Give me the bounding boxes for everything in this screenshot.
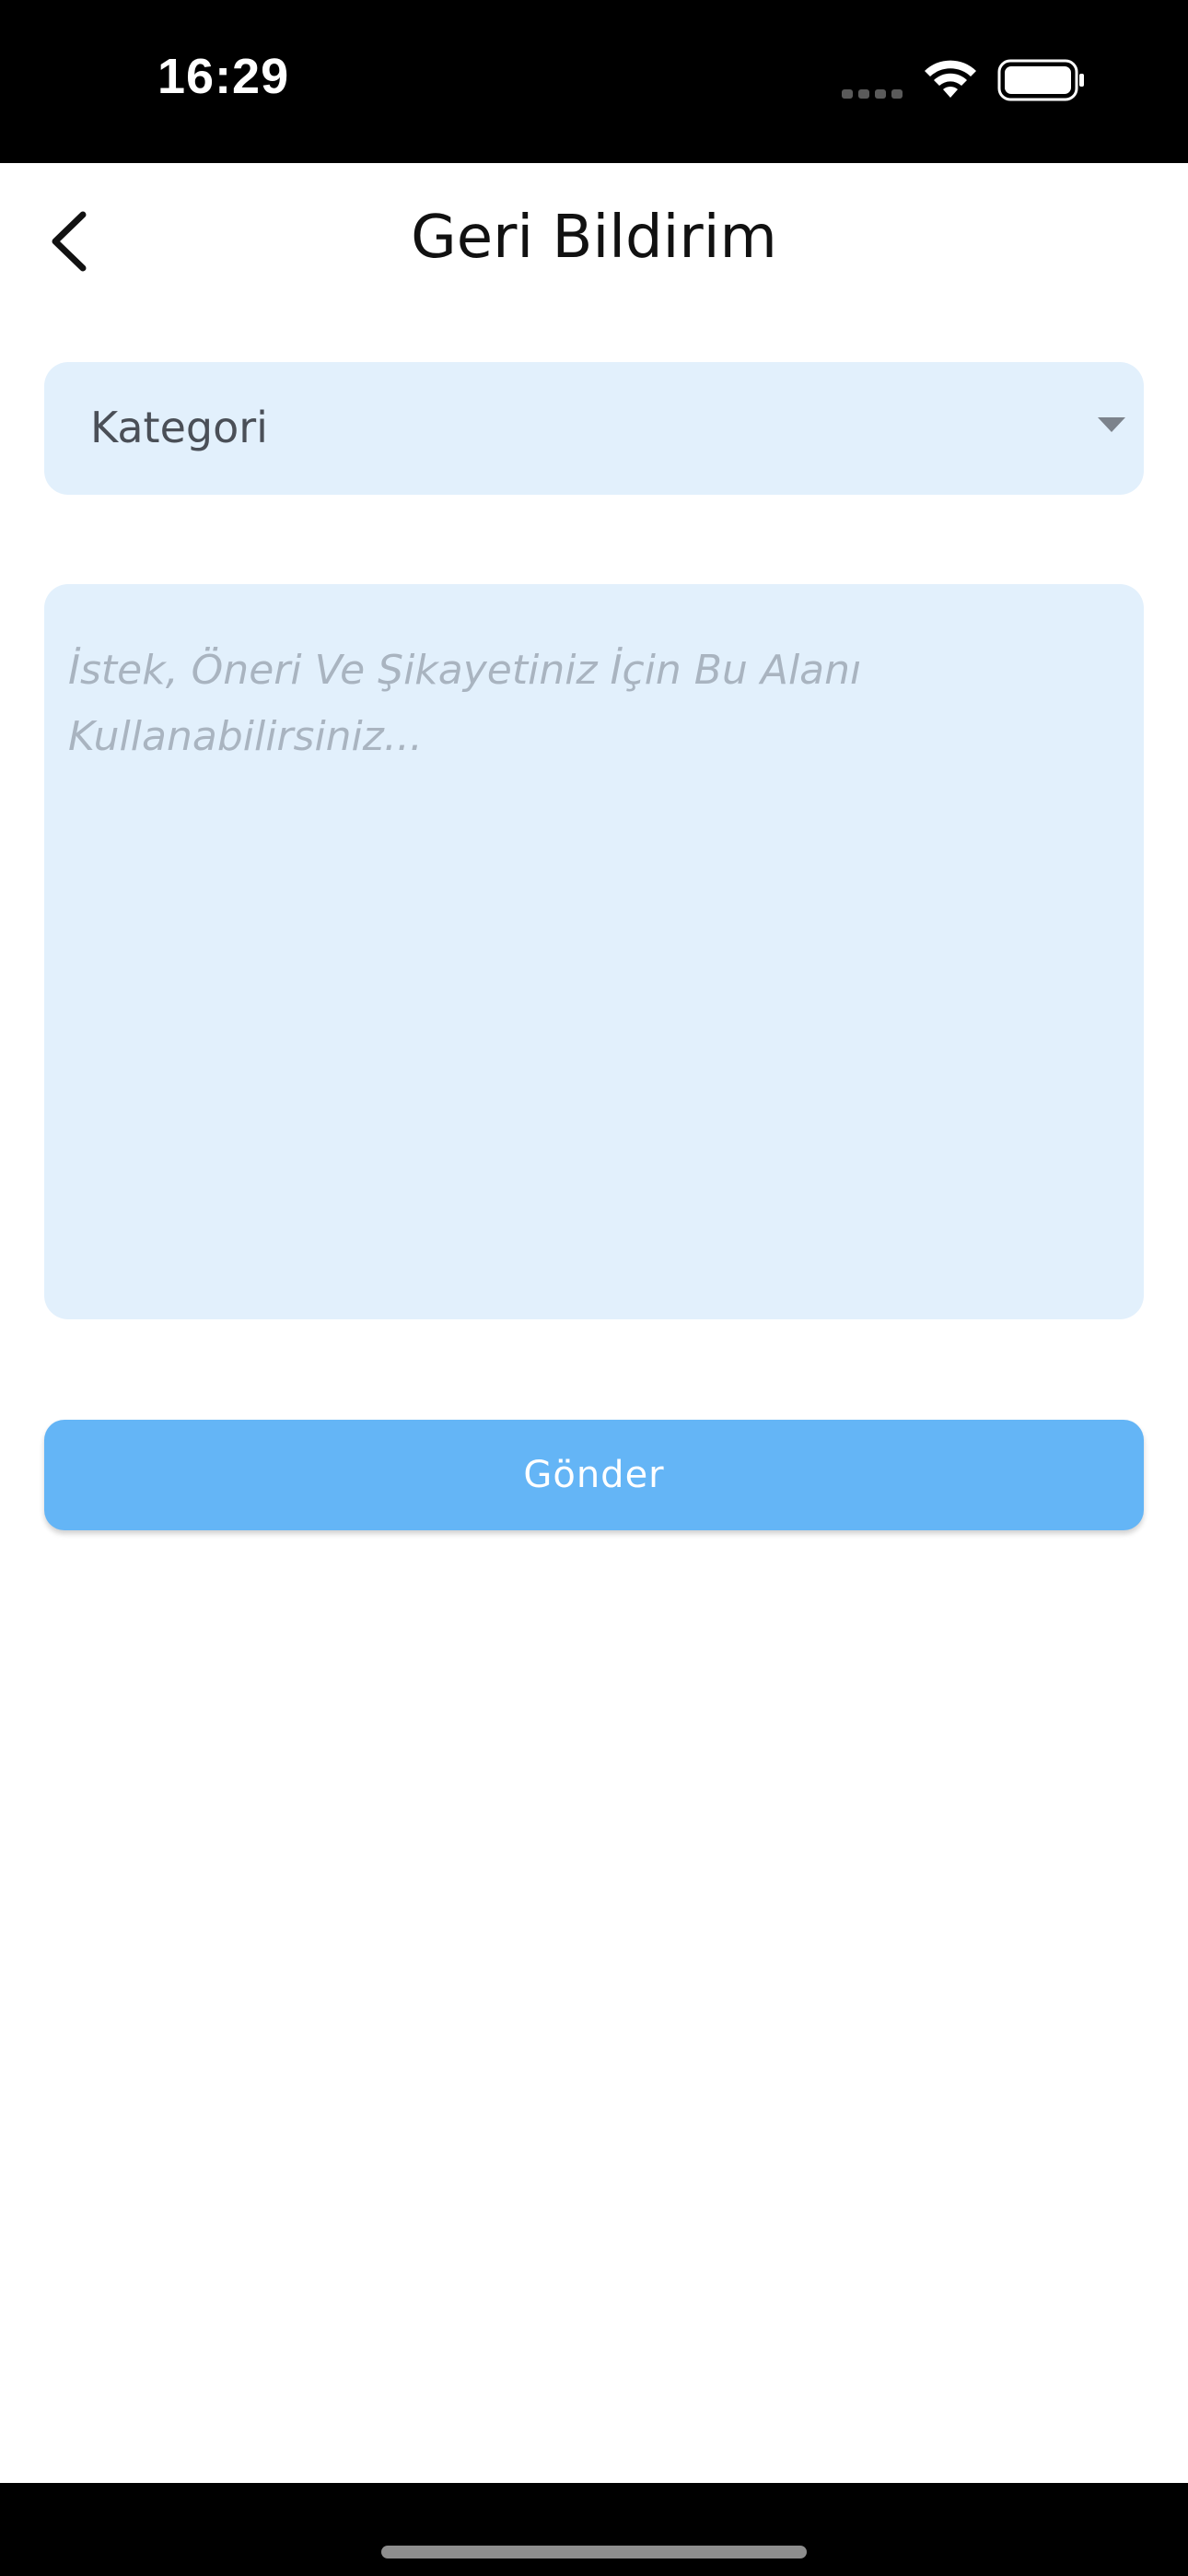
signal-dots-icon [842,89,903,99]
category-dropdown[interactable]: Kategori [44,362,1144,495]
home-indicator-area [0,2483,1188,2576]
feedback-placeholder: İstek, Öneri Ve Şikayetiniz İçin Bu Alan… [68,647,862,760]
phone-screen: 16:29 Geri Bildirim Kategori İstek, Öner… [0,0,1188,2576]
category-label: Kategori [90,403,268,452]
feedback-message-input[interactable]: İstek, Öneri Ve Şikayetiniz İçin Bu Alan… [44,584,1144,1319]
status-bar: 16:29 [0,0,1188,163]
status-time: 16:29 [157,49,290,104]
send-button[interactable]: Gönder [44,1420,1144,1530]
home-indicator[interactable] [381,2546,807,2558]
page-title: Geri Bildirim [411,204,777,272]
wifi-icon [925,60,976,98]
feedback-screen: Geri Bildirim Kategori İstek, Öneri Ve Ş… [0,163,1188,2483]
app-header: Geri Bildirim [0,163,1188,320]
send-button-label: Gönder [523,1454,665,1496]
battery-icon [997,59,1084,101]
dropdown-arrow-icon [1098,417,1125,432]
